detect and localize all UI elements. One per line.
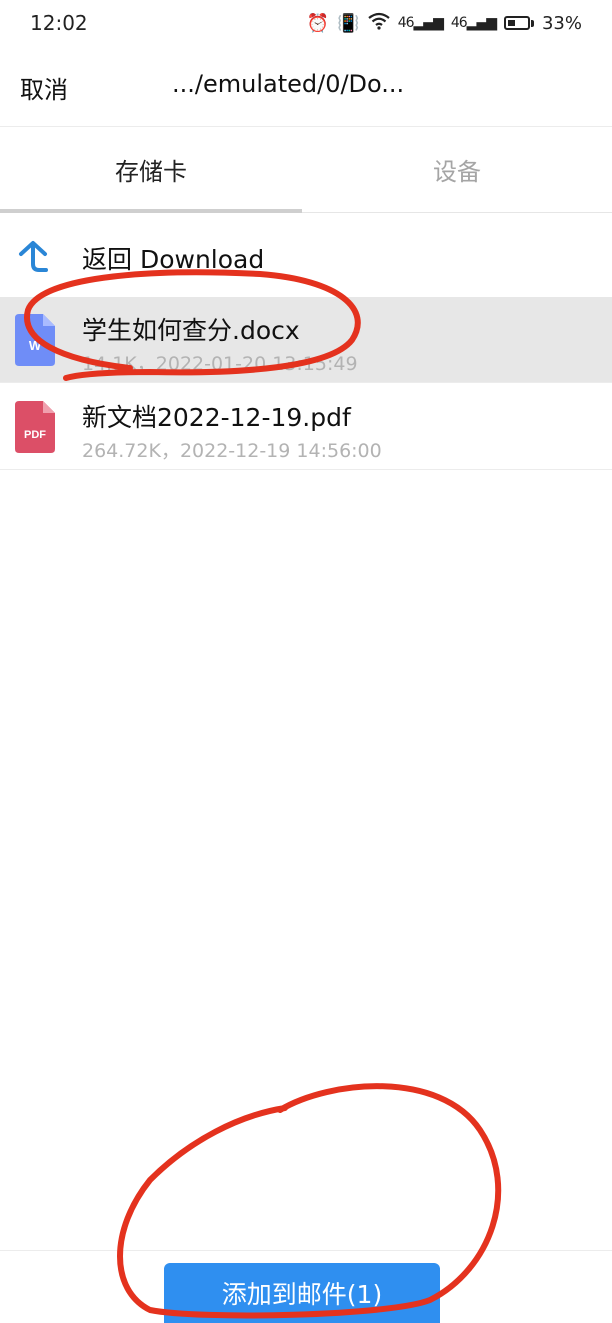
top-bar: 取消 .../emulated/0/Do... <box>0 46 612 127</box>
tab-device[interactable]: 设备 <box>302 126 612 212</box>
tab-storage-card[interactable]: 存储卡 <box>0 126 302 212</box>
add-to-mail-button[interactable]: 添加到邮件(1) <box>164 1263 440 1323</box>
svg-text:W: W <box>29 338 42 353</box>
back-to-parent-row[interactable]: 返回 Download <box>0 212 612 296</box>
file-name: 学生如何查分.docx <box>82 316 300 345</box>
file-meta: 264.72K，2022-12-19 14:56:00 <box>82 440 382 462</box>
svg-text:PDF: PDF <box>24 429 46 441</box>
file-meta: 14.1K，2022-01-20 13:15:49 <box>82 353 358 375</box>
cellular-signal-icon-2: 46▂▄▆ <box>450 15 497 31</box>
bottom-bar: 添加到邮件(1) <box>0 1250 612 1323</box>
battery-percent: 33% <box>541 12 582 34</box>
status-icons: ⏰ 📳 46▂▄▆ 46▂▄▆ 33% <box>307 12 582 35</box>
pdf-icon: PDF <box>15 401 55 453</box>
wifi-icon <box>368 12 390 35</box>
status-bar: 12:02 ⏰ 📳 46▂▄▆ 46▂▄▆ 33% <box>0 0 612 46</box>
vibrate-icon: 📳 <box>337 12 360 34</box>
back-label: 返回 Download <box>82 245 265 274</box>
cancel-button[interactable]: 取消 <box>20 70 68 105</box>
file-item-docx[interactable]: W 学生如何查分.docx 14.1K，2022-01-20 13:15:49 <box>0 297 612 383</box>
word-doc-icon: W <box>15 314 55 366</box>
arrow-up-icon <box>19 241 48 272</box>
file-name: 新文档2022-12-19.pdf <box>82 403 351 432</box>
file-item-pdf[interactable]: PDF 新文档2022-12-19.pdf 264.72K，2022-12-19… <box>0 384 612 470</box>
path-title: .../emulated/0/Do... <box>172 70 405 98</box>
alarm-icon: ⏰ <box>306 12 330 34</box>
battery-icon <box>503 16 534 30</box>
location-tabs: 存储卡 设备 <box>0 126 612 213</box>
cellular-signal-icon: 46▂▄▆ <box>397 15 444 31</box>
status-time: 12:02 <box>30 11 88 35</box>
